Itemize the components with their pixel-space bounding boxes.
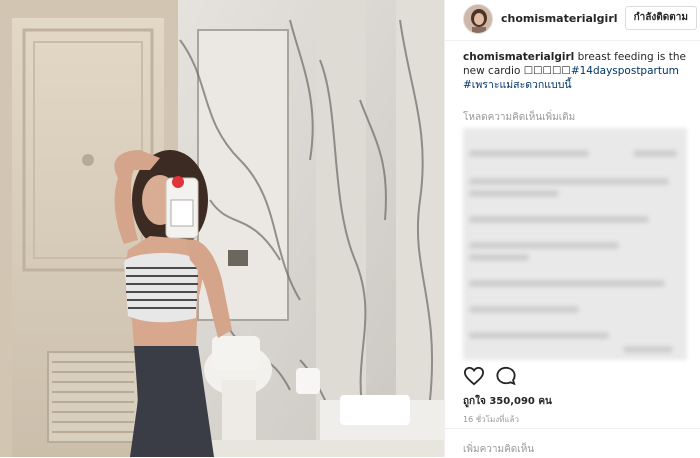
avatar[interactable] <box>463 4 493 34</box>
add-comment-input[interactable]: เพิ่มความคิดเห็น <box>463 442 534 457</box>
heart-outline-icon[interactable] <box>463 366 485 386</box>
instagram-post: chomismaterialgirl กำลังติดตาม chomismat… <box>0 0 700 457</box>
caption-username[interactable]: chomismaterialgirl <box>463 51 574 63</box>
blurred-comments-area <box>463 128 687 360</box>
caption-emoji: ☐☐☐☐☐ <box>523 65 571 77</box>
following-button[interactable]: กำลังติดตาม <box>624 6 697 30</box>
username[interactable]: chomismaterialgirl <box>501 12 618 25</box>
hashtag-14dayspostpartum[interactable]: #14dayspostpartum <box>571 65 679 77</box>
post-caption: chomismaterialgirl breast feeding is the… <box>463 50 695 92</box>
post-header: chomismaterialgirl กำลังติดตาม <box>445 0 700 41</box>
post-time[interactable]: 16 ชั่วโมงที่แล้ว <box>463 413 519 426</box>
add-comment-bar[interactable]: เพิ่มความคิดเห็น <box>445 428 700 458</box>
avatar-image <box>464 5 492 33</box>
post-photo <box>0 0 444 457</box>
load-more-comments-link[interactable]: โหลดความคิดเห็นเพิ่มเติม <box>463 110 575 125</box>
bathroom-mirror-selfie-image <box>0 0 444 457</box>
comment-bubble-icon[interactable] <box>495 366 517 386</box>
likes-count[interactable]: ถูกใจ 350,090 คน <box>463 394 552 409</box>
hashtag-thai[interactable]: #เพราะแม่สะดวกแบบนี้ <box>463 79 572 91</box>
post-sidebar: chomismaterialgirl กำลังติดตาม chomismat… <box>444 0 700 457</box>
